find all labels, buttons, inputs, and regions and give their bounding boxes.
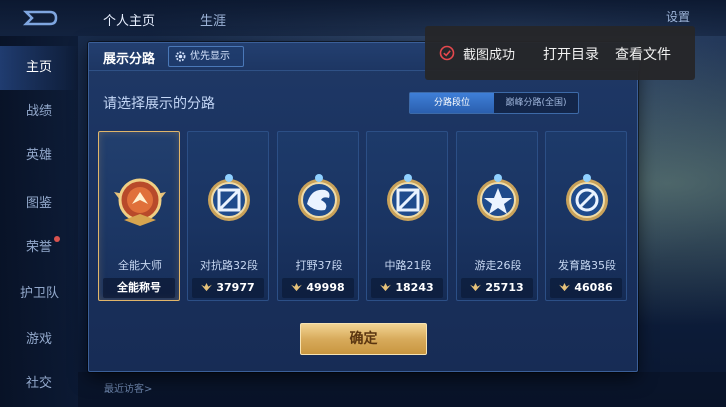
sidebar-item-honor[interactable]: 荣誉 — [0, 226, 78, 270]
rank-points-icon — [380, 282, 392, 291]
dialog-subtitle: 请选择展示的分路 — [103, 96, 215, 112]
jungle-badge-icon — [298, 174, 340, 221]
segment-switch: 分路段位 巅峰分路(全国) — [409, 92, 579, 114]
recent-visitors-link[interactable]: 最近访客> — [104, 380, 152, 395]
clash-lane-badge-icon — [208, 174, 250, 221]
sidebar-item-games[interactable]: 游戏 — [0, 318, 78, 362]
lane-card-score-value: 46086 — [574, 281, 613, 294]
screenshot-toast: 截图成功 打开目录 查看文件 — [425, 26, 695, 80]
lane-card-name: 打野37段 — [295, 259, 343, 272]
lane-card-score-value: 37977 — [216, 281, 255, 294]
roam-badge-icon — [477, 174, 519, 221]
sidebar-item-record[interactable]: 战绩 — [0, 90, 78, 134]
rank-points-icon — [201, 282, 213, 291]
rank-points-icon — [470, 282, 482, 291]
sidebar-item-social[interactable]: 社交 — [0, 362, 78, 406]
segment-peak-lane[interactable]: 巅峰分路(全国) — [494, 93, 578, 113]
lane-card-all-round[interactable]: 全能大师 全能称号 — [98, 131, 180, 301]
lane-card-farm[interactable]: 发育路35段 46086 — [545, 131, 627, 301]
tab-career[interactable]: 生涯 — [200, 10, 226, 29]
settings-button[interactable]: 设置 — [666, 8, 690, 25]
notification-dot — [54, 236, 60, 242]
mid-lane-badge-icon — [387, 174, 429, 221]
lane-card-score: 18243 — [371, 278, 443, 298]
lane-card-score: 49998 — [282, 278, 354, 298]
priority-display-label: 优先显示 — [190, 51, 230, 62]
sidebar-item-codex[interactable]: 图鉴 — [0, 182, 78, 226]
lane-card-clash[interactable]: 对抗路32段 37977 — [187, 131, 269, 301]
rank-points-icon — [559, 282, 571, 291]
confirm-button[interactable]: 确定 — [300, 323, 427, 355]
lane-card-roam[interactable]: 游走26段 25713 — [456, 131, 538, 301]
lane-card-name: 发育路35段 — [558, 259, 616, 272]
lane-card-score: 37977 — [192, 278, 264, 298]
all-round-badge-icon — [114, 178, 166, 226]
lane-card-name: 全能大师 — [118, 259, 162, 272]
lane-card-score: 46086 — [550, 278, 622, 298]
bottom-strip — [78, 372, 726, 407]
lane-card-mid[interactable]: 中路21段 18243 — [366, 131, 448, 301]
lane-card-jungle[interactable]: 打野37段 49998 — [277, 131, 359, 301]
rank-points-icon — [291, 282, 303, 291]
open-folder-link[interactable]: 打开目录 — [543, 44, 599, 64]
lane-card-score-value: 25713 — [485, 281, 524, 294]
toast-message: 截图成功 — [463, 48, 516, 63]
lane-card-name: 游走26段 — [474, 259, 522, 272]
priority-display-button[interactable]: 优先显示 — [168, 46, 244, 67]
view-file-link[interactable]: 查看文件 — [615, 44, 671, 64]
dialog-title: 展示分路 — [103, 52, 156, 67]
back-logo-icon[interactable] — [22, 8, 58, 28]
sidebar-item-home[interactable]: 主页 — [0, 46, 78, 90]
tab-personal-home[interactable]: 个人主页 — [103, 10, 155, 29]
lane-display-dialog: 展示分路 优先显示 请选择展示的分路 分路段位 巅峰分路(全国) 全能大师 全能… — [88, 42, 639, 372]
sidebar-item-guard[interactable]: 护卫队 — [0, 272, 78, 316]
lane-card-footer: 全能称号 — [103, 278, 175, 298]
sidebar-item-heroes[interactable]: 英雄 — [0, 134, 78, 178]
gear-icon — [175, 51, 186, 62]
lane-card-name: 对抗路32段 — [200, 259, 258, 272]
lane-card-footer-text: 全能称号 — [117, 281, 161, 294]
farm-lane-badge-icon — [566, 174, 608, 221]
check-circle-icon — [439, 45, 455, 61]
sidebar: 主页 战绩 英雄 图鉴 荣誉 护卫队 游戏 社交 — [0, 36, 78, 407]
segment-lane-rank[interactable]: 分路段位 — [410, 93, 494, 113]
lane-card-score: 25713 — [461, 278, 533, 298]
lane-card-score-value: 18243 — [395, 281, 434, 294]
lane-card-score-value: 49998 — [306, 281, 345, 294]
lane-card-name: 中路21段 — [384, 259, 432, 272]
